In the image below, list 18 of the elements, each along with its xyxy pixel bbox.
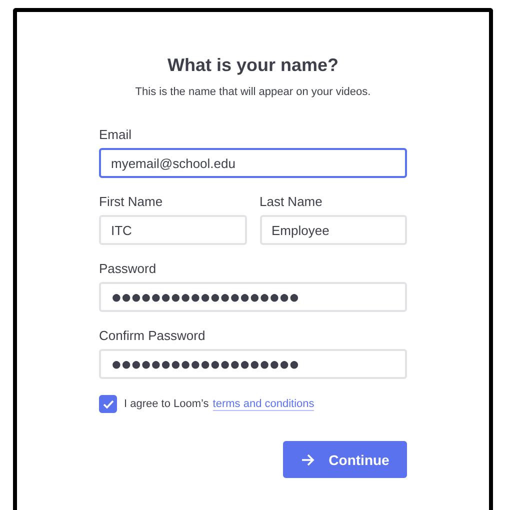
- input-field[interactable]: ITC: [99, 215, 246, 245]
- terms-link[interactable]: terms and conditions: [212, 398, 314, 410]
- subtitle: This is the name that will appear on your videos.: [134, 86, 372, 98]
- field-label: Last Name: [260, 194, 324, 209]
- input-field[interactable]: Employee: [260, 215, 407, 245]
- arrow-right-icon: [300, 454, 315, 466]
- checkbox[interactable]: [99, 395, 117, 413]
- continue-button[interactable]: Continue: [283, 441, 407, 478]
- field-label: Confirm Password: [99, 328, 206, 343]
- field-label: Email: [99, 127, 133, 142]
- page-title: What is your name?: [166, 55, 340, 76]
- input-field[interactable]: ●●●●●●●●●●●●●●●●●●●: [99, 349, 407, 379]
- field-label: First Name: [99, 194, 164, 209]
- input-field[interactable]: ●●●●●●●●●●●●●●●●●●●: [99, 282, 407, 312]
- input-field[interactable]: myemail@school.edu: [99, 148, 407, 178]
- check-icon: [102, 400, 114, 408]
- field-label: Password: [99, 261, 158, 276]
- agreement-text: I agree to Loom’s: [124, 398, 209, 410]
